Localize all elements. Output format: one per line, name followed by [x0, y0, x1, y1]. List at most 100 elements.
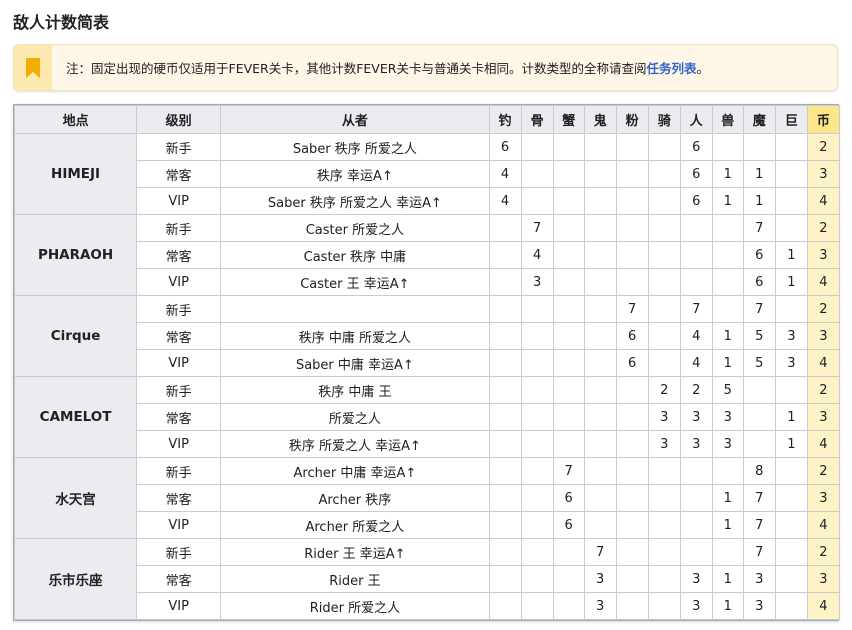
count-cell — [520, 295, 554, 323]
count-cell: 6 — [552, 484, 585, 512]
servant-cell: Archer 中庸 幸运A↑ — [220, 457, 490, 485]
count-cell: 2 — [679, 376, 713, 404]
count-cell — [488, 457, 522, 485]
count-cell: 8 — [742, 457, 776, 485]
servant-cell: 秩序 所爱之人 幸运A↑ — [220, 430, 490, 458]
table-row: HIMEJI 新手 Saber 秩序 所爱之人 6 6 2 — [13, 133, 841, 215]
count-cell — [583, 484, 617, 512]
count-cell — [679, 457, 713, 485]
count-cell — [488, 349, 522, 377]
count-cell — [520, 430, 554, 458]
count-cell — [488, 592, 522, 620]
level-cell: VIP — [136, 187, 222, 215]
count-cell: 4 — [520, 241, 554, 269]
count-cell — [647, 322, 681, 350]
bookmark-icon — [26, 57, 40, 78]
count-cell: 4 — [488, 187, 522, 215]
enemy-count-table-wrapper: 地点 级别 从者钓骨蟹鬼粉骑人兽魔巨币 HIMEJI 新手 Saber 秩序 所爱之人 6… — [13, 104, 841, 621]
task-list-link[interactable]: 任务列表 — [646, 61, 696, 76]
page-title: 敌人计数简表 — [13, 13, 110, 32]
place-cell: 乐市乐座 — [13, 538, 138, 620]
servant-cell: Saber 秩序 所爱之人 — [220, 133, 490, 161]
level-cell: 常客 — [136, 484, 222, 512]
count-cell — [647, 349, 681, 377]
column-header: 币 — [806, 105, 841, 134]
servant-cell: Saber 中庸 幸运A↑ — [220, 349, 490, 377]
table-row: 常客 秩序 幸运A↑ 4 6 1 1 3 — [15, 160, 841, 188]
count-cell — [552, 187, 585, 215]
count-cell — [647, 187, 681, 215]
count-cell — [488, 268, 522, 296]
count-cell: 6 — [552, 511, 585, 539]
count-cell — [774, 511, 808, 539]
count-cell — [552, 403, 585, 431]
count-cell — [615, 403, 649, 431]
count-cell — [647, 565, 681, 593]
coin-cell: 2 — [806, 538, 841, 566]
count-cell — [679, 268, 713, 296]
count-cell — [647, 484, 681, 512]
count-cell: 3 — [583, 565, 617, 593]
count-cell: 7 — [583, 538, 617, 566]
count-cell: 3 — [679, 592, 713, 620]
count-cell — [552, 241, 585, 269]
count-cell — [774, 538, 808, 566]
count-cell — [552, 160, 585, 188]
count-cell — [488, 403, 522, 431]
servant-cell: 秩序 中庸 所爱之人 — [220, 322, 490, 350]
count-cell — [488, 538, 522, 566]
table-header-row: 地点 级别 从者钓骨蟹鬼粉骑人兽魔巨币 — [13, 105, 841, 134]
servant-cell: Caster 所爱之人 — [220, 214, 490, 242]
count-cell — [520, 376, 554, 404]
count-cell — [647, 592, 681, 620]
count-cell — [583, 376, 617, 404]
place-cell: PHARAOH — [13, 214, 138, 296]
count-cell — [520, 538, 554, 566]
column-header: 钓 — [488, 105, 522, 134]
count-cell — [552, 214, 585, 242]
count-cell — [742, 133, 776, 161]
level-cell: 常客 — [136, 160, 222, 188]
coin-cell: 4 — [806, 349, 841, 377]
level-cell: 新手 — [136, 538, 222, 566]
count-cell — [552, 295, 585, 323]
count-cell — [583, 403, 617, 431]
count-cell — [583, 160, 617, 188]
count-cell: 4 — [679, 322, 713, 350]
count-cell — [647, 160, 681, 188]
count-cell — [742, 403, 776, 431]
coin-cell: 4 — [806, 511, 841, 539]
coin-cell: 4 — [806, 592, 841, 620]
count-cell: 6 — [679, 133, 713, 161]
count-cell — [615, 592, 649, 620]
column-header: 兽 — [711, 105, 744, 134]
table-row: 乐市乐座 新手 Rider 王 幸运A↑ 7 7 2 — [13, 538, 841, 620]
count-cell — [647, 295, 681, 323]
count-cell: 7 — [520, 214, 554, 242]
count-cell — [647, 214, 681, 242]
count-cell — [774, 295, 808, 323]
table-row: 常客 Caster 秩序 中庸 4 6 1 3 — [15, 241, 841, 269]
count-cell — [488, 376, 522, 404]
count-cell — [647, 241, 681, 269]
count-cell — [711, 538, 744, 566]
count-cell — [774, 160, 808, 188]
level-cell: 常客 — [136, 322, 222, 350]
servant-cell: 所爱之人 — [220, 403, 490, 431]
table-row: VIP Caster 王 幸运A↑ 3 6 1 4 — [15, 268, 841, 296]
level-cell: VIP — [136, 511, 222, 539]
coin-cell: 3 — [806, 565, 841, 593]
table-row: Cirque 新手 7 7 7 2 — [13, 295, 841, 377]
count-cell — [742, 430, 776, 458]
table-row: PHARAOH 新手 Caster 所爱之人 7 7 2 — [13, 214, 841, 296]
table-row: VIP Archer 所爱之人 6 1 7 4 — [15, 511, 841, 539]
column-header: 从者 — [220, 105, 490, 134]
count-cell: 3 — [742, 565, 776, 593]
servant-cell: Saber 秩序 所爱之人 幸运A↑ — [220, 187, 490, 215]
count-cell — [774, 592, 808, 620]
count-cell: 6 — [615, 322, 649, 350]
count-cell — [552, 538, 585, 566]
coin-cell: 2 — [806, 457, 841, 485]
count-cell: 1 — [711, 322, 744, 350]
coin-cell: 2 — [806, 295, 841, 323]
